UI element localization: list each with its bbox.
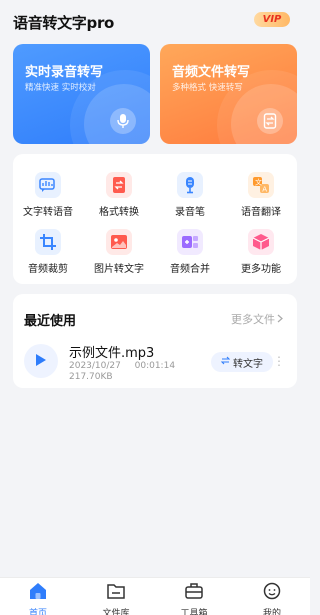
vip-badge[interactable]: VIP xyxy=(254,12,290,27)
tools-panel: 文字转语音 格式转换 录音笔 文 A 语音翻译 音频裁剪 图片转文字 音频合并 … xyxy=(13,154,297,284)
play-button[interactable] xyxy=(24,344,58,378)
nav-home[interactable]: 首页 xyxy=(13,582,63,615)
tool-label: 音频裁剪 xyxy=(28,264,68,275)
crop-icon xyxy=(35,229,61,255)
toolbox-icon xyxy=(184,582,204,604)
card-subtitle: 精准快速 实时校对 xyxy=(25,83,96,93)
more-files-label: 更多文件 xyxy=(231,313,275,326)
tool-label: 图片转文字 xyxy=(94,264,144,275)
nav-file-library[interactable]: 文件库 xyxy=(91,582,141,615)
convert-to-text-button[interactable]: 转文字 xyxy=(211,352,273,372)
card-title: 音频文件转写 xyxy=(172,65,251,80)
file-date: 2023/10/27 xyxy=(69,361,121,371)
text-to-speech-icon xyxy=(35,172,61,198)
mic-icon xyxy=(110,108,136,134)
tool-label: 音频合并 xyxy=(170,264,210,275)
play-icon xyxy=(35,352,47,371)
nav-label: 我的 xyxy=(262,609,281,615)
convert-label: 转文字 xyxy=(233,358,263,370)
tool-label: 语音翻译 xyxy=(241,207,281,218)
more-cube-icon xyxy=(248,229,274,255)
recent-title: 最近使用 xyxy=(24,314,77,329)
nav-toolbox[interactable]: 工具箱 xyxy=(169,582,219,615)
tool-format-convert[interactable]: 格式转换 xyxy=(84,168,154,222)
file-name[interactable]: 示例文件.mp3 xyxy=(69,342,154,361)
translate-icon: 文 A xyxy=(248,172,274,198)
file-duration: 00:01:14 xyxy=(134,361,176,371)
recorder-pen-icon xyxy=(177,172,203,198)
tool-audio-crop[interactable]: 音频裁剪 xyxy=(13,225,83,279)
folder-icon xyxy=(106,582,126,604)
nav-label: 文件库 xyxy=(102,609,130,615)
tool-image-to-text[interactable]: 图片转文字 xyxy=(84,225,154,279)
profile-icon xyxy=(262,582,282,604)
tool-text-to-speech[interactable]: 文字转语音 xyxy=(13,168,83,222)
more-files-link[interactable]: 更多文件 xyxy=(231,311,283,327)
file-size: 217.70KB xyxy=(69,372,113,382)
svg-text:A: A xyxy=(262,186,267,194)
tool-recorder-pen[interactable]: 录音笔 xyxy=(155,168,225,222)
tool-label: 文字转语音 xyxy=(23,207,73,218)
file-meta: 2023/10/27 00:01:14 217.70KB xyxy=(69,361,175,383)
recent-panel: 最近使用 更多文件 示例文件.mp3 2023/10/27 00:01:14 2… xyxy=(13,294,297,388)
nav-profile[interactable]: 我的 xyxy=(247,582,297,615)
more-options-icon[interactable]: ⋮ xyxy=(273,355,285,367)
file-transfer-icon xyxy=(257,108,283,134)
realtime-transcribe-card[interactable]: 实时录音转写 精准快速 实时校对 xyxy=(13,44,150,144)
tool-audio-merge[interactable]: 音频合并 xyxy=(155,225,225,279)
tool-label: 格式转换 xyxy=(99,207,139,218)
nav-label: 工具箱 xyxy=(180,609,208,615)
tool-label: 录音笔 xyxy=(175,207,205,218)
image-to-text-icon xyxy=(106,229,132,255)
app-title: 语音转文字pro xyxy=(13,14,115,32)
audio-file-transcribe-card[interactable]: 音频文件转写 多种格式 快速转写 xyxy=(160,44,297,144)
swap-icon xyxy=(220,356,231,368)
svg-text:文: 文 xyxy=(255,178,262,187)
bottom-nav: 首页 文件库 工具箱 我的 xyxy=(0,577,310,615)
nav-label: 首页 xyxy=(28,609,47,615)
header: 语音转文字pro VIP xyxy=(0,0,310,42)
home-icon xyxy=(28,582,48,604)
card-title: 实时录音转写 xyxy=(25,65,104,80)
format-convert-icon xyxy=(106,172,132,198)
card-subtitle: 多种格式 快速转写 xyxy=(172,83,243,93)
tool-translate[interactable]: 文 A 语音翻译 xyxy=(226,168,296,222)
tool-label: 更多功能 xyxy=(241,264,281,275)
tool-more-features[interactable]: 更多功能 xyxy=(226,225,296,279)
merge-icon xyxy=(177,229,203,255)
chevron-right-icon xyxy=(277,313,283,326)
